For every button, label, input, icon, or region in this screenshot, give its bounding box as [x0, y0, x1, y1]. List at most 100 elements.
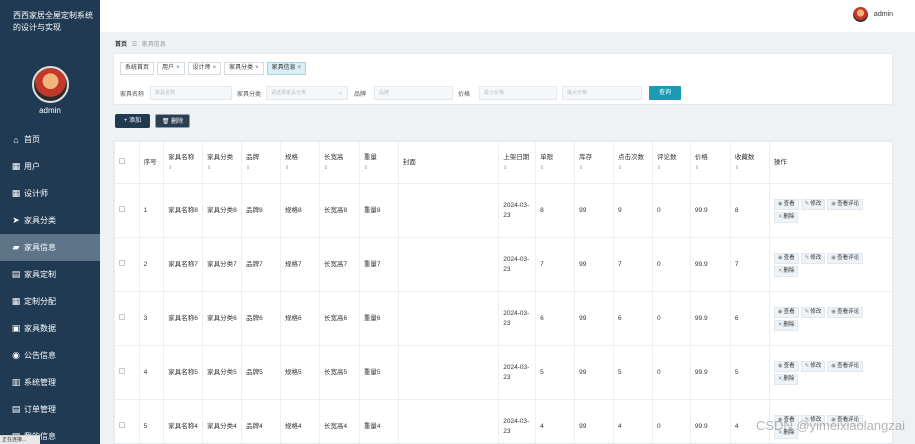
table-cell-stock: 99 — [574, 399, 615, 443]
select-all-checkbox[interactable] — [119, 157, 125, 164]
view-button[interactable]: ◉查看 — [773, 198, 799, 210]
max-price-input[interactable]: 最大价格 — [562, 86, 642, 100]
sidebar-item-6[interactable]: ▦ 定制分配 — [0, 288, 100, 315]
top-username[interactable]: admin — [874, 11, 893, 18]
edit-icon: ✎ — [804, 200, 810, 207]
category-select[interactable]: 请选择家具分类 ⌄ — [266, 86, 348, 100]
sort-icon[interactable]: ⇕ — [579, 163, 609, 173]
delete-button[interactable]: 🗑 删除 — [155, 114, 190, 128]
breadcrumb-home[interactable]: 首页 — [115, 42, 127, 48]
delete-button[interactable]: ✕删除 — [773, 319, 799, 331]
column-header[interactable]: 长宽高 ⇕ — [318, 141, 360, 184]
avatar[interactable] — [32, 66, 69, 103]
sidebar-item-3[interactable]: ➤ 家具分类 — [0, 207, 100, 234]
column-header[interactable]: 重量 ⇕ — [358, 141, 399, 184]
table-cell-favs: 6 — [729, 291, 770, 346]
column-header[interactable]: 品牌 ⇕ — [241, 141, 281, 184]
close-icon[interactable]: × — [255, 65, 259, 71]
min-price-input[interactable]: 最小价格 — [479, 86, 557, 100]
sort-icon[interactable]: ⇕ — [657, 163, 686, 173]
row-checkbox[interactable] — [119, 205, 125, 212]
column-header[interactable]: 家具分类 ⇕ — [202, 141, 243, 184]
row-checkbox[interactable] — [119, 421, 125, 428]
column-header[interactable]: 序号 — [138, 141, 165, 184]
edit-button[interactable]: ✎修改 — [800, 306, 826, 318]
price-label: 价格 — [458, 92, 471, 98]
delete-button[interactable]: ✕删除 — [773, 373, 799, 385]
tab-4[interactable]: 家具信息 × — [266, 62, 307, 75]
add-button[interactable]: + 添加 — [115, 114, 150, 128]
sidebar-item-9[interactable]: ▥ 系统管理 — [0, 369, 100, 396]
comments-button[interactable]: ◉查看评论 — [827, 252, 864, 264]
sort-icon[interactable]: ⇕ — [695, 163, 726, 173]
edit-button[interactable]: ✎修改 — [800, 360, 826, 372]
column-header[interactable]: 收藏数 ⇕ — [729, 141, 770, 184]
tab-0[interactable]: 系统首页 — [120, 62, 155, 75]
sidebar-item-7[interactable]: ▣ 家具数据 — [0, 315, 100, 342]
sidebar-item-0[interactable]: ⌂ 首页 — [0, 126, 100, 153]
row-checkbox[interactable] — [119, 259, 125, 266]
sort-icon[interactable]: ⇕ — [540, 163, 570, 173]
table-cell-category: 家具分类5 — [202, 345, 243, 400]
sort-icon[interactable]: ⇕ — [618, 163, 648, 173]
sort-icon[interactable]: ⇕ — [285, 163, 315, 173]
column-header[interactable]: 单限 ⇕ — [535, 141, 576, 184]
column-header[interactable]: 上架日期 ⇕ — [498, 141, 537, 184]
sort-icon[interactable]: ⇕ — [503, 163, 531, 173]
sort-icon[interactable]: ⇕ — [246, 163, 276, 173]
column-header[interactable]: 点击次数 ⇕ — [613, 141, 653, 184]
column-header[interactable]: 价格 ⇕ — [689, 141, 731, 184]
sort-icon[interactable]: ⇕ — [168, 163, 198, 173]
sort-icon[interactable]: ⇕ — [324, 163, 355, 173]
table-cell-brand: 品牌4 — [241, 399, 281, 443]
row-checkbox[interactable] — [119, 367, 125, 374]
delete-button-label: 删除 — [783, 213, 795, 220]
sidebar-item-10[interactable]: ▤ 订单管理 — [0, 396, 100, 423]
brand-input[interactable]: 品牌 — [374, 86, 453, 100]
name-input[interactable]: 家具名称 — [150, 86, 232, 100]
table-cell-size: 长宽高8 — [318, 183, 360, 238]
tab-3[interactable]: 家具分类 × — [224, 62, 264, 75]
sidebar-item-2[interactable]: ▦ 设计师 — [0, 180, 100, 207]
row-checkbox[interactable] — [119, 313, 125, 320]
tab-1[interactable]: 用户 × — [157, 62, 185, 75]
sidebar-item-8[interactable]: ◉ 公告信息 — [0, 342, 100, 369]
delete-button[interactable]: ✕删除 — [773, 265, 799, 277]
comments-button[interactable]: ◉查看评论 — [827, 198, 864, 210]
column-header-label: 重量 — [363, 153, 377, 161]
edit-button[interactable]: ✎修改 — [800, 252, 826, 264]
column-header[interactable]: 封面 — [397, 141, 500, 184]
close-icon[interactable]: × — [213, 65, 217, 71]
sort-icon[interactable]: ⇕ — [207, 163, 237, 173]
tab-label: 家具分类 — [229, 65, 254, 71]
column-header[interactable]: 库存 ⇕ — [574, 141, 615, 184]
column-header[interactable]: 规格 ⇕ — [280, 141, 320, 184]
sort-icon[interactable]: ⇕ — [735, 163, 765, 173]
table-cell-stock: 99 — [574, 237, 615, 292]
comments-button[interactable]: ◉查看评论 — [827, 306, 864, 318]
close-icon[interactable]: × — [298, 65, 302, 71]
sidebar-item-label: 家具数据 — [24, 324, 56, 333]
delete-button[interactable]: ✕删除 — [773, 211, 799, 223]
query-button[interactable]: 查询 — [649, 86, 681, 100]
column-header-label: 上架日期 — [503, 153, 530, 161]
add-button-label: 添加 — [129, 118, 142, 124]
sidebar-item-4[interactable]: ▰ 家具信息 — [0, 234, 100, 261]
sidebar-item-5[interactable]: ▤ 家具定制 — [0, 261, 100, 288]
table-cell-no: 2 — [138, 237, 165, 292]
close-icon[interactable]: × — [176, 65, 180, 71]
table-cell-weight: 重量8 — [358, 183, 399, 238]
column-header-label: 序号 — [143, 158, 157, 166]
table-cell-spec: 规格6 — [280, 291, 320, 346]
sidebar-item-1[interactable]: ▦ 用户 — [0, 153, 100, 180]
view-button[interactable]: ◉查看 — [773, 306, 799, 318]
sort-icon[interactable]: ⇕ — [364, 163, 394, 173]
view-button[interactable]: ◉查看 — [773, 360, 799, 372]
edit-button[interactable]: ✎修改 — [800, 198, 826, 210]
tab-2[interactable]: 设计师 × — [187, 62, 222, 75]
column-header[interactable]: 家具名称 ⇕ — [163, 141, 204, 184]
user-avatar[interactable] — [853, 7, 868, 22]
column-header[interactable]: 评论数 ⇕ — [651, 141, 691, 184]
view-button[interactable]: ◉查看 — [773, 252, 799, 264]
comments-button[interactable]: ◉查看评论 — [827, 360, 864, 372]
